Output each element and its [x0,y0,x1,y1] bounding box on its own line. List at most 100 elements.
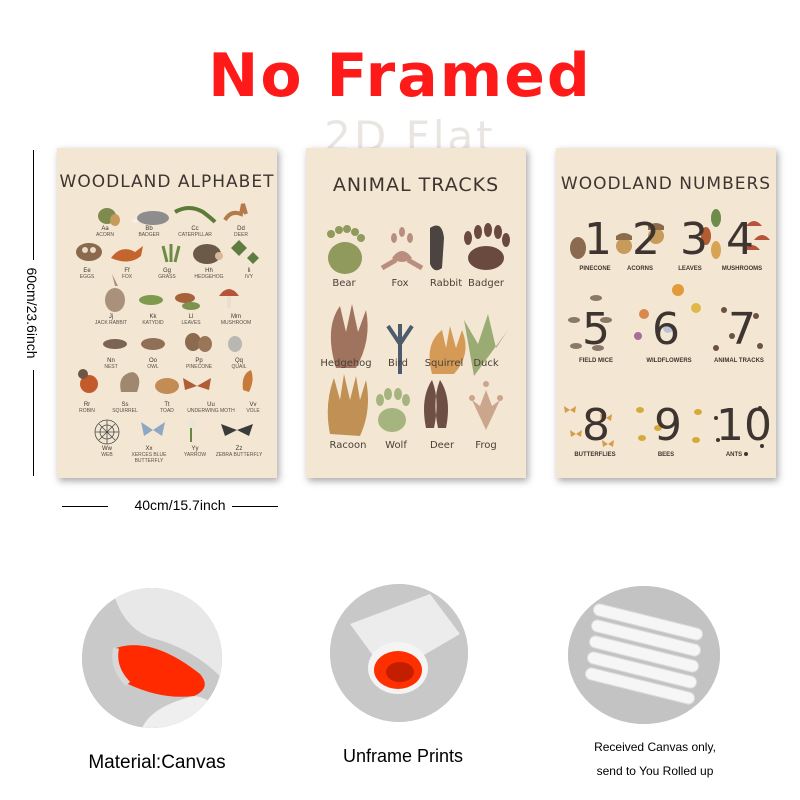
deer-track-icon [424,380,448,428]
height-dimension-label: 60cm/23.6inch [24,267,40,359]
number-6: 6 [652,304,680,355]
alphabet-cell: Hh HEDGEHOG [194,268,224,280]
toad-icon [155,378,179,394]
canvas-roll-illustration [82,588,222,728]
number-9: 9 [654,400,682,451]
owl-icon [141,338,165,350]
alphabet-row: Ww WEB Xx XERCES BLUE BUTTERFLY Yy YARROW Z… [87,446,267,466]
headline: No Framed [208,41,592,111]
badger-track-icon [464,223,510,270]
number-label-leaves: LEAVES [678,266,702,272]
alphabet-cell: Rr ROBIN [79,402,95,414]
alphabet-cell: Xx XERCES BLUE BUTTERFLY [131,446,167,464]
acorn-icon [98,208,120,226]
quail-icon [228,336,242,352]
alphabet-cell: Mm MUSHROOM [220,314,252,326]
material-canvas-photo [82,588,222,728]
frog-track-icon [469,381,503,430]
rabbit-track-icon [430,225,444,271]
alphabet-cell: Ff FOX [121,268,133,280]
number-label-animal-tracks: ANIMAL TRACKS [714,358,764,364]
alphabet-cell: Yy YARROW [183,446,207,458]
alphabet-cell: Ii IVY [244,268,254,280]
vole-icon [242,370,253,392]
height-dimension-line-top [33,150,34,260]
ivy-icon [231,240,259,264]
tracks-illustrations [327,223,510,436]
track-label-hedgehog: Hedgehog [320,358,372,369]
alphabet-cell: Aa ACORN [95,226,115,238]
alphabet-cell: Kk KATYDID [142,314,164,326]
hedgehog-icon [193,244,223,264]
alphabet-cell: Ww WEB [101,446,113,458]
height-dimension-line-bottom [33,370,34,476]
leaves-icon [175,293,200,310]
mushroom-icon [219,289,239,308]
deer-icon [223,203,248,222]
number-label-mushrooms: MUSHROOMS [721,266,763,272]
number-label-ants: ANTS [725,452,743,458]
number-label-pinecone: PINECONE [579,266,611,272]
alphabet-cell: Nn NEST [104,358,118,370]
number-4: 4 [726,214,754,265]
poster-woodland-alphabet: WOODLAND ALPHABET Aa ACORN Bb BADGER Cc … [57,148,277,478]
zebra-butterfly-icon [221,424,253,436]
alphabet-cell: Qq QUAIL [231,358,247,370]
spider-web-icon [94,419,120,445]
number-3: 3 [680,214,708,265]
robin-icon [78,369,98,393]
track-label-bear: Bear [332,278,356,289]
nest-twigs-icon [103,339,127,349]
yarrow-icon [186,419,196,442]
poster-woodland-numbers: WOODLAND NUMBERS 1 2 3 4 PINECONE ACORNS… [556,148,776,478]
alphabet-cell: Ss SQUIRREL [112,402,138,414]
blue-butterfly-icon [141,422,165,436]
alphabet-cell: Zz ZEBRA BUTTERFLY [215,446,263,458]
track-label-frog: Frog [475,440,497,451]
width-dimension-label: 40cm/15.7inch [134,497,226,513]
number-2: 2 [632,214,660,265]
alphabet-row: Nn NEST Oo OWL Pp PINECONE Qq QUAIL [91,358,267,372]
alphabet-cell: Cc CATERPILLAR [178,226,212,238]
rolled-tubes-illustration [568,586,720,724]
alphabet-row: Aa ACORN Bb BADGER Cc CATERPILLAR Dd DEER [85,226,261,240]
number-label-field-mice: FIELD MICE [579,358,613,364]
alphabet-cell: Bb BADGER [138,226,160,238]
alphabet-cell: Dd DEER [234,226,248,238]
rolled-canvas-illustration [330,584,468,722]
alphabet-cell: Gg GRASS [158,268,176,280]
number-1: 1 [584,214,612,265]
pinecone-icon [185,333,212,352]
number-10: 10 [716,400,772,451]
alphabet-cell: Oo OWL [147,358,159,370]
katydid-icon [139,295,163,305]
number-8: 8 [582,400,610,451]
number-label-bees: BEES [657,452,675,458]
fox-icon [111,246,143,262]
squirrel-icon [120,372,140,392]
rolled-delivery-photo [568,586,720,724]
unframe-prints-photo [330,584,468,722]
alphabet-row: Jj JACK RABBIT Kk KATYDID Ll LEAVES Mm MUSHR… [87,314,263,328]
alphabet-cell: Ee EGGS [79,268,95,280]
poster-animal-tracks: ANIMAL TRACKS Bear Fox Rabbit Badger Hed… [306,148,526,478]
number-label-wildflowers: WILDFLOWERS [646,358,692,364]
track-label-badger: Badger [468,278,504,289]
number-5: 5 [582,304,610,355]
badger-icon [131,211,169,225]
track-label-duck: Duck [473,358,499,369]
alphabet-cell: Vv VOLE [246,402,260,414]
alphabet-cell: Jj JACK RABBIT [94,314,128,326]
nest-icon [76,243,102,261]
fox-track-icon [380,227,424,271]
alphabet-illustrations [76,203,259,445]
rolled-caption-line2: send to You Rolled up [596,764,714,778]
alphabet-cell: Pp PINECONE [185,358,213,370]
alphabet-cell: Tt TOAD [160,402,174,414]
number-label-acorns: ACORNS [626,266,653,272]
alphabet-row: Ee EGGS Ff FOX Gg GRASS Hh HEDGEHOG Ii IVY [69,268,265,282]
number-label-butterflies: BUTTERFLIES [574,452,616,458]
material-caption: Material:Canvas [88,752,226,773]
underwing-moth-icon [183,378,211,390]
alphabet-cell: Ll LEAVES [181,314,201,326]
